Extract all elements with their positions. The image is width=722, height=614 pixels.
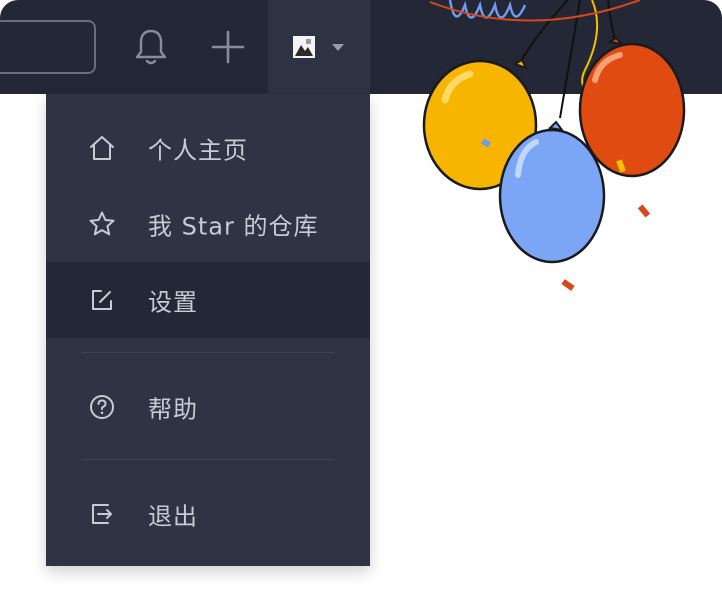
balloons-illustration xyxy=(422,0,686,291)
user-dropdown-menu: 个人主页 我 Star 的仓库 设置 帮助 退出 xyxy=(46,94,370,566)
edit-icon xyxy=(88,286,116,314)
user-menu-trigger[interactable] xyxy=(268,0,370,94)
menu-label-starred-repos: 我 Star 的仓库 xyxy=(148,212,319,241)
menu-item-help[interactable]: 帮助 xyxy=(46,369,370,445)
menu-label-settings: 设置 xyxy=(148,288,198,317)
help-circle-icon xyxy=(88,393,116,421)
menu-item-logout[interactable]: 退出 xyxy=(46,476,370,552)
create-new-button[interactable] xyxy=(205,24,251,70)
plus-icon xyxy=(211,30,245,64)
menu-item-starred-repos[interactable]: 我 Star 的仓库 xyxy=(46,186,370,262)
menu-label-help: 帮助 xyxy=(148,395,198,424)
menu-item-settings[interactable]: 设置 xyxy=(46,262,370,338)
home-icon xyxy=(88,134,116,162)
notifications-button[interactable] xyxy=(128,24,174,70)
app-window: 个人主页 我 Star 的仓库 设置 帮助 退出 xyxy=(0,0,722,614)
caret-down-icon xyxy=(332,44,344,51)
menu-divider xyxy=(82,352,334,353)
star-icon xyxy=(88,210,116,238)
logout-icon xyxy=(88,500,116,528)
menu-divider xyxy=(82,459,334,460)
search-input[interactable] xyxy=(0,20,96,74)
menu-label-profile: 个人主页 xyxy=(148,136,248,165)
menu-label-logout: 退出 xyxy=(148,502,198,531)
menu-item-profile[interactable]: 个人主页 xyxy=(46,110,370,186)
bell-icon xyxy=(135,29,167,65)
avatar xyxy=(293,36,315,58)
